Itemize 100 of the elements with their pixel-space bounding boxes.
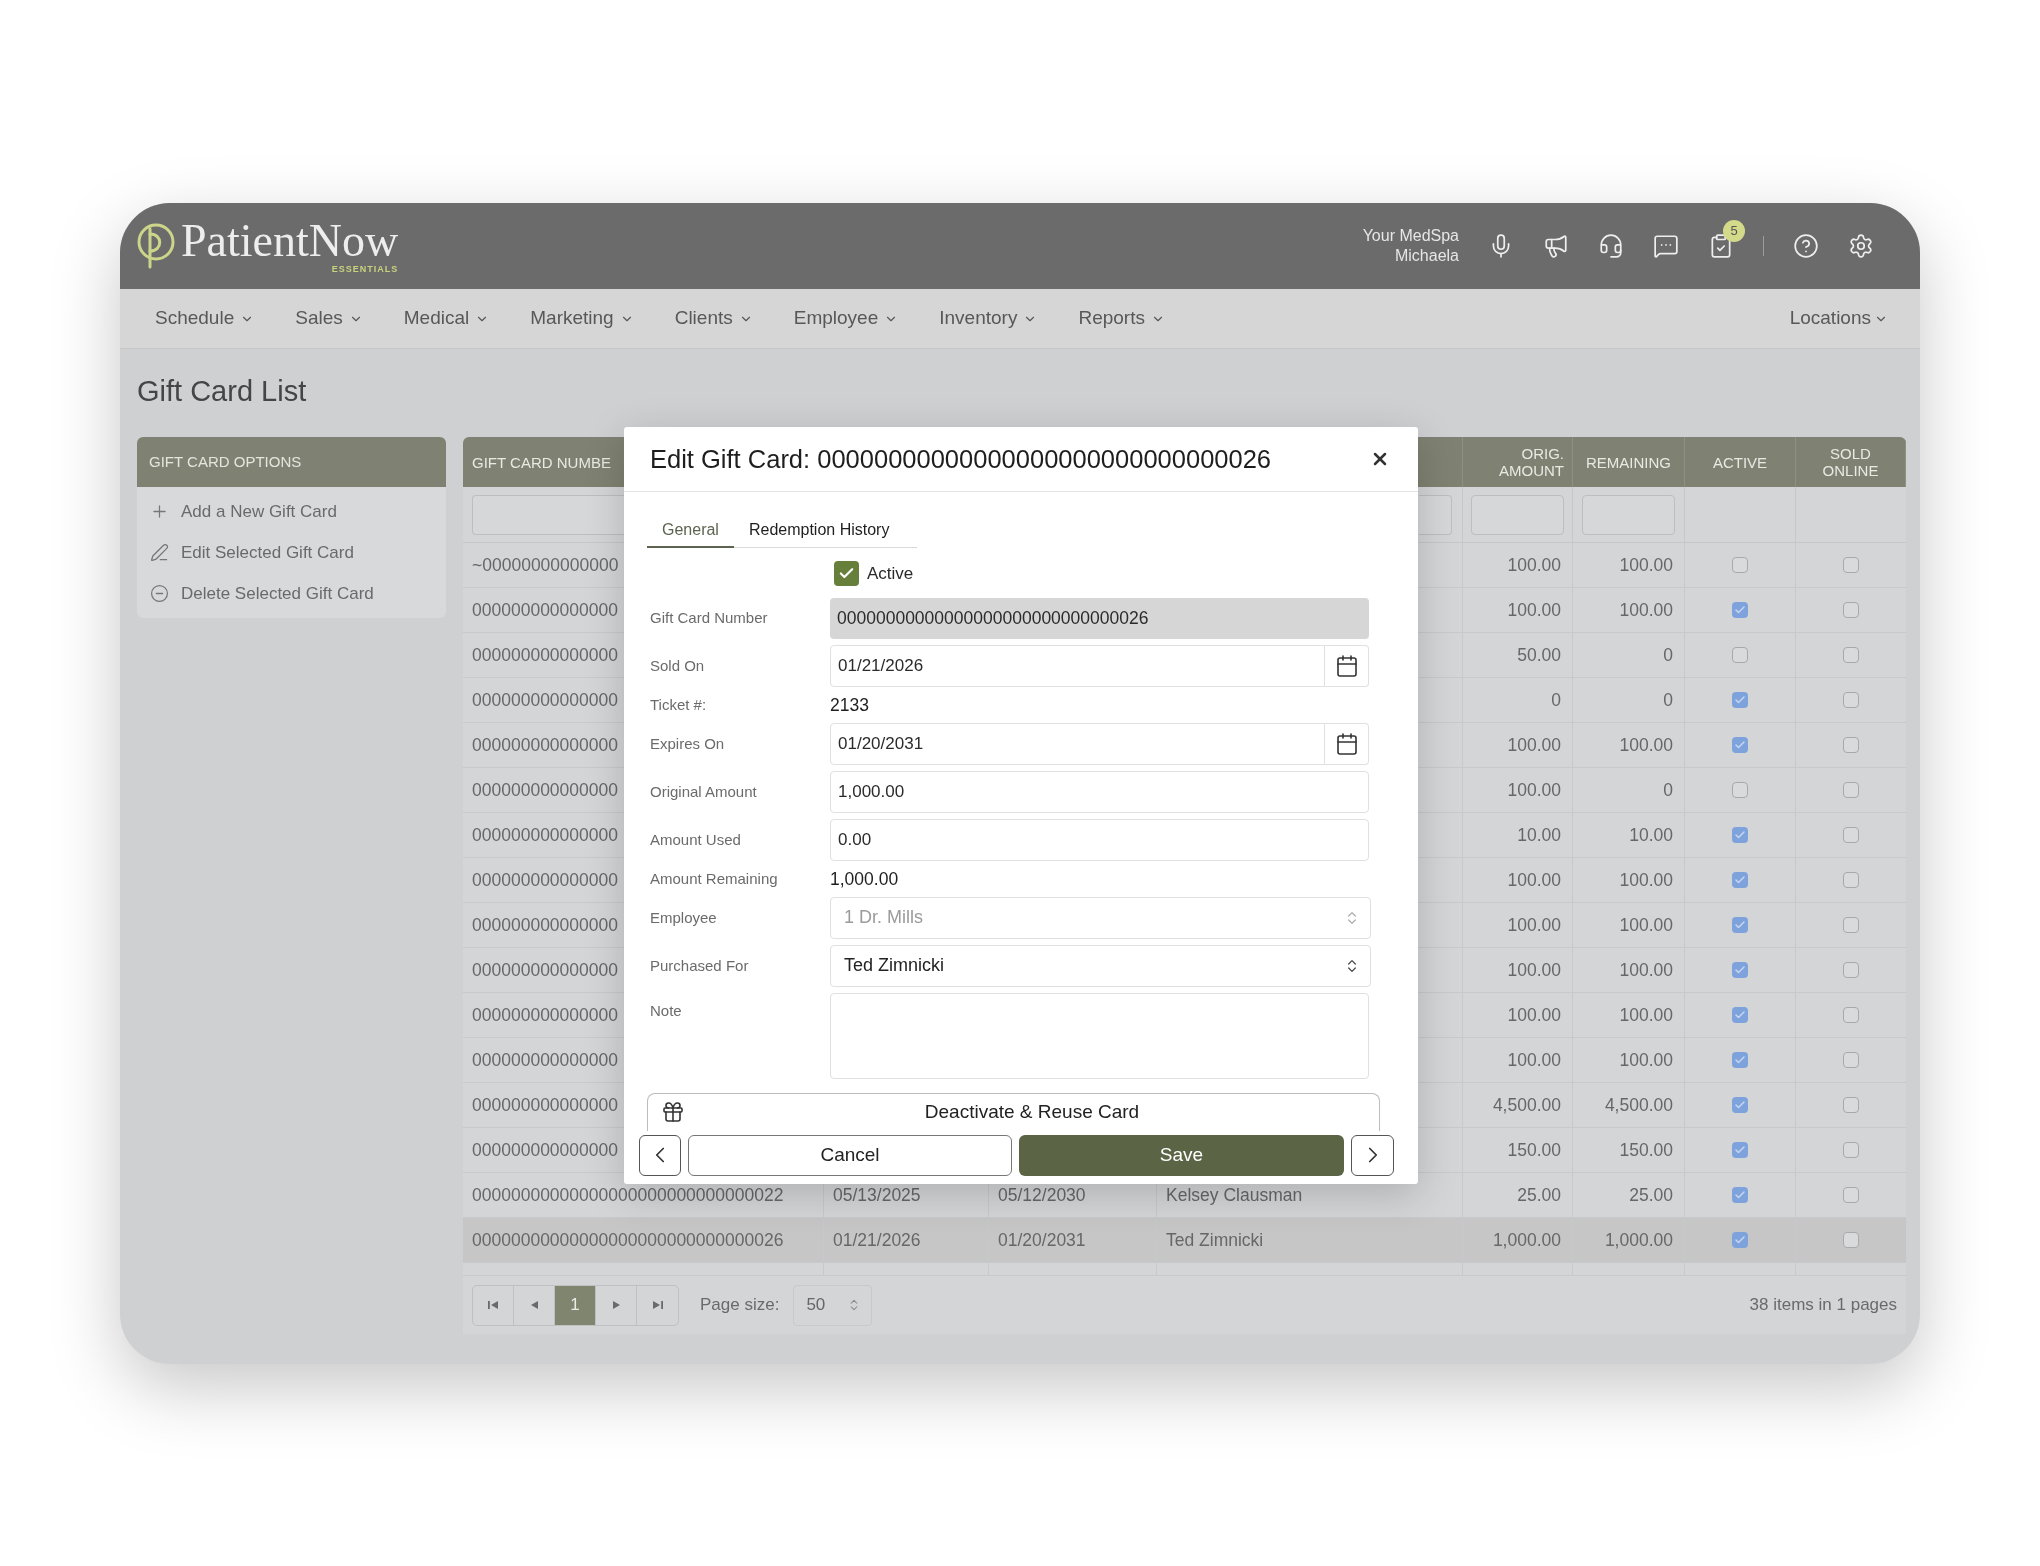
menu-item[interactable]: Sales bbox=[295, 304, 363, 333]
option-item[interactable]: Add a New Gift Card bbox=[137, 491, 446, 532]
field-label: Note bbox=[650, 1001, 682, 1019]
checkbox[interactable] bbox=[1843, 1097, 1859, 1113]
note-field[interactable] bbox=[830, 992, 1369, 1079]
check-icon bbox=[1734, 694, 1746, 706]
checkbox[interactable] bbox=[1843, 1052, 1859, 1068]
minus-circle-icon bbox=[150, 584, 169, 603]
chat-icon[interactable] bbox=[1653, 233, 1679, 259]
input-field[interactable]: 1,000.00 bbox=[830, 770, 1369, 813]
checkbox[interactable] bbox=[1732, 917, 1748, 933]
table-cell-text: 25.00 bbox=[1517, 1183, 1561, 1207]
checkbox[interactable] bbox=[1843, 872, 1859, 888]
filter-field[interactable] bbox=[1582, 494, 1675, 535]
option-item[interactable]: Edit Selected Gift Card bbox=[137, 532, 446, 573]
user-name: Michaela bbox=[1394, 246, 1459, 266]
checkbox[interactable] bbox=[1843, 962, 1859, 978]
menu-item[interactable]: Marketing bbox=[530, 304, 634, 333]
megaphone-icon[interactable] bbox=[1543, 233, 1569, 259]
filter-field[interactable] bbox=[1419, 494, 1452, 535]
next-button[interactable] bbox=[1351, 1134, 1394, 1176]
table-row[interactable]: 00000000000000000000000000000026 01/21/2026 01/20/2031 Ted Zimnicki 1,000.00 1,000.00 bbox=[463, 1218, 1906, 1263]
checkbox[interactable] bbox=[1732, 1007, 1748, 1023]
input-field[interactable]: 0.00 bbox=[830, 818, 1369, 861]
table-cell-text: 25.00 bbox=[1629, 1183, 1673, 1207]
checkbox[interactable] bbox=[1843, 647, 1859, 663]
checkbox[interactable] bbox=[1732, 872, 1748, 888]
checkbox[interactable] bbox=[1732, 827, 1748, 843]
table-cell-text: 000000000000000 bbox=[472, 643, 618, 667]
deactivate-button[interactable]: Deactivate & Reuse Card bbox=[647, 1092, 1380, 1131]
checkbox[interactable] bbox=[1732, 1187, 1748, 1203]
checkbox[interactable] bbox=[1732, 962, 1748, 978]
table-cell-text: 100.00 bbox=[1619, 733, 1673, 757]
table-cell-text: 100.00 bbox=[1507, 913, 1561, 937]
field-value: 1,000.00 bbox=[830, 867, 899, 891]
select-field[interactable]: Ted Zimnicki bbox=[830, 944, 1371, 987]
checkbox[interactable] bbox=[1732, 1097, 1748, 1113]
menu-item[interactable]: Schedule bbox=[155, 304, 255, 333]
table-cell-text: 0 bbox=[1551, 688, 1561, 712]
table-cell-text: 100.00 bbox=[1619, 868, 1673, 892]
headset-icon[interactable] bbox=[1598, 233, 1624, 259]
table-cell-text: 10.00 bbox=[1517, 823, 1561, 847]
filter-field[interactable] bbox=[472, 494, 624, 535]
checkbox[interactable] bbox=[1843, 827, 1859, 843]
page-size-select[interactable]: 50 bbox=[793, 1284, 873, 1326]
tab[interactable]: Redemption History bbox=[733, 513, 905, 548]
date-field[interactable]: 01/21/2026 bbox=[830, 644, 1325, 687]
calendar-button[interactable] bbox=[1325, 644, 1369, 687]
check-icon bbox=[1734, 964, 1746, 976]
checkbox-label: Active bbox=[867, 563, 914, 585]
menu-item[interactable]: Medical bbox=[403, 304, 490, 333]
checkbox[interactable] bbox=[1732, 602, 1748, 618]
table-cell-text: Ted Zimnicki bbox=[1166, 1228, 1264, 1252]
table-cell-text: 00000000000000000000000000000026 bbox=[472, 1228, 784, 1252]
checkbox[interactable] bbox=[1732, 782, 1748, 798]
previous-button[interactable] bbox=[639, 1134, 681, 1176]
checkbox[interactable] bbox=[1843, 692, 1859, 708]
checkbox[interactable] bbox=[1732, 1232, 1748, 1248]
checkbox[interactable] bbox=[1843, 737, 1859, 753]
checkbox[interactable] bbox=[1843, 557, 1859, 573]
checkbox[interactable] bbox=[1732, 1142, 1748, 1158]
column-header: GIFT CARD NUMBE bbox=[472, 453, 611, 471]
field-label: Purchased For bbox=[650, 956, 749, 974]
option-item[interactable]: Delete Selected Gift Card bbox=[137, 573, 446, 614]
check-icon bbox=[1734, 739, 1746, 751]
checkbox[interactable] bbox=[1843, 1187, 1859, 1203]
checkbox[interactable] bbox=[1732, 692, 1748, 708]
checkbox[interactable] bbox=[1843, 782, 1859, 798]
panel-title: GIFT CARD OPTIONS bbox=[149, 451, 302, 472]
checkbox[interactable] bbox=[834, 561, 859, 587]
date-field[interactable]: 01/20/2031 bbox=[830, 722, 1325, 765]
table-cell-text: 100.00 bbox=[1619, 1048, 1673, 1072]
menu-item[interactable]: Employee bbox=[793, 304, 899, 333]
table-cell-text: 0 bbox=[1663, 778, 1673, 802]
help-icon[interactable] bbox=[1793, 233, 1819, 259]
checkbox[interactable] bbox=[1843, 1007, 1859, 1023]
checkbox[interactable] bbox=[1843, 917, 1859, 933]
page-button[interactable]: 1 bbox=[555, 1285, 596, 1325]
table-cell-text: 0 bbox=[1663, 643, 1673, 667]
table-cell-text: 10.00 bbox=[1629, 823, 1673, 847]
table-cell-text: 4,500.00 bbox=[1492, 1093, 1561, 1117]
checkbox[interactable] bbox=[1732, 557, 1748, 573]
checkbox[interactable] bbox=[1732, 737, 1748, 753]
save-button[interactable]: Save bbox=[1019, 1134, 1344, 1176]
tab[interactable]: General bbox=[647, 513, 734, 548]
checkbox[interactable] bbox=[1732, 647, 1748, 663]
checkbox[interactable] bbox=[1843, 1142, 1859, 1158]
menu-item[interactable]: Clients bbox=[674, 304, 753, 333]
pencil-icon bbox=[150, 543, 169, 562]
clipboard-check-icon[interactable] bbox=[1708, 233, 1734, 259]
filter-field[interactable] bbox=[1471, 494, 1564, 535]
locations-menu[interactable]: Locations bbox=[1789, 304, 1888, 333]
checkbox[interactable] bbox=[1843, 602, 1859, 618]
checkbox[interactable] bbox=[1843, 1232, 1859, 1248]
cancel-button[interactable]: Cancel bbox=[688, 1134, 1012, 1176]
menu-item[interactable]: Inventory bbox=[939, 304, 1038, 333]
settings-icon[interactable] bbox=[1848, 233, 1874, 259]
calendar-button[interactable] bbox=[1325, 722, 1369, 765]
menu-item[interactable]: Reports bbox=[1078, 304, 1165, 333]
checkbox[interactable] bbox=[1732, 1052, 1748, 1068]
